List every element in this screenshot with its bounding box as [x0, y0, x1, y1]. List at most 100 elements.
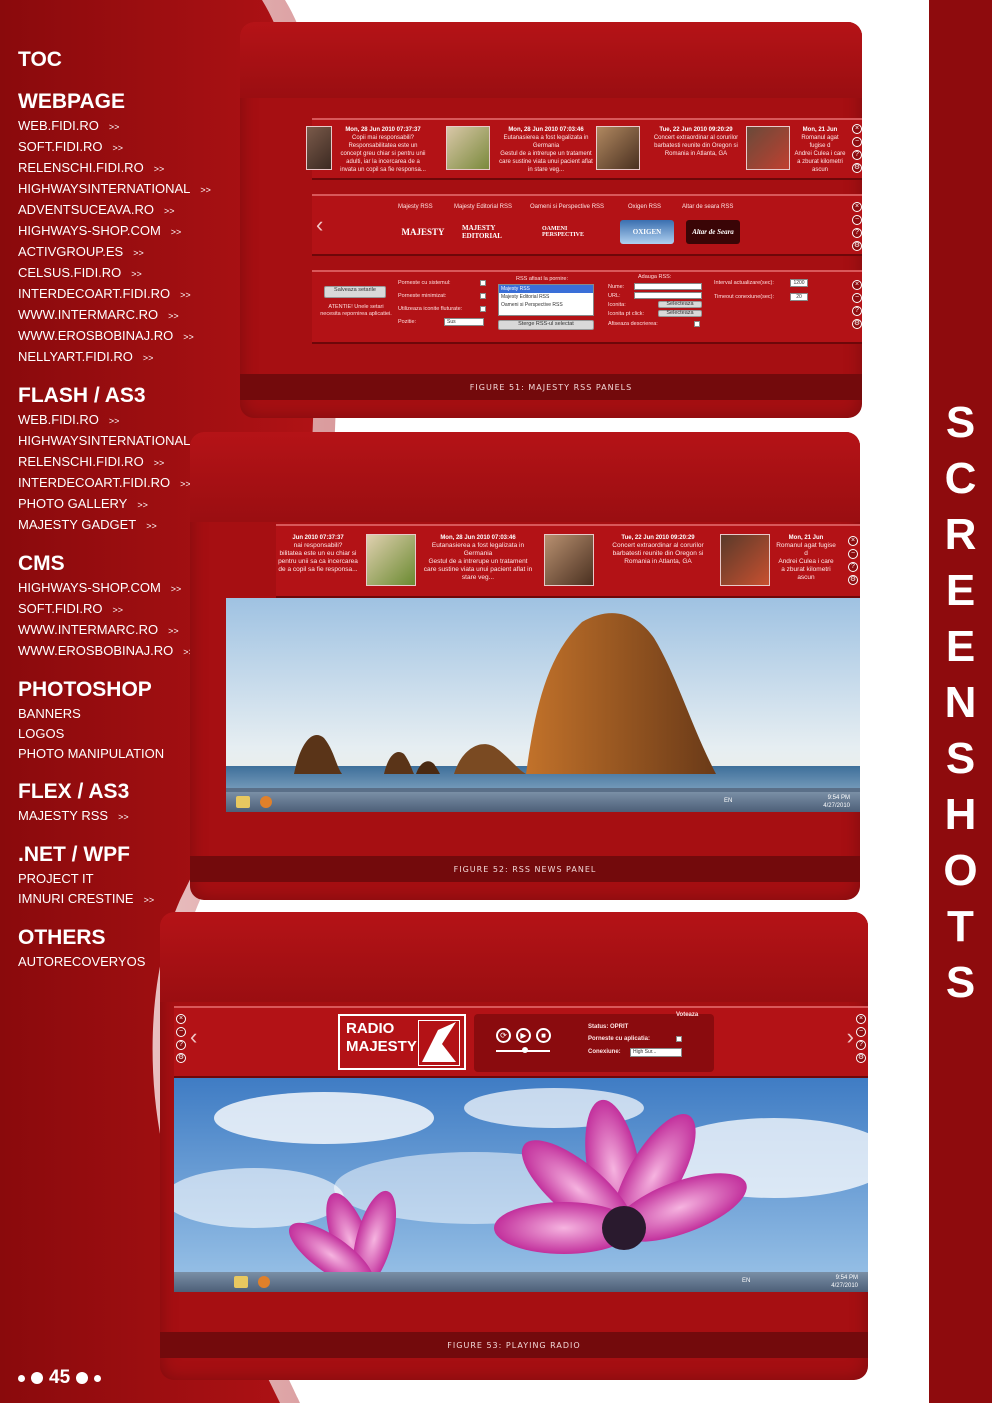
toc-link[interactable]: RELENSCHI.FIDI.RO >> [18, 158, 258, 179]
windows-taskbar: EN 9:54 PM 4/27/2010 [174, 1272, 868, 1292]
toc-link[interactable]: SOFT.FIDI.RO >> [18, 137, 258, 158]
language-indicator[interactable]: EN [742, 1278, 750, 1284]
chevron-right-icon[interactable]: › [847, 1026, 854, 1048]
close-icon[interactable]: × [852, 280, 862, 290]
toc-link[interactable]: INTERDECOART.FIDI.RO >> [18, 284, 258, 305]
toc-link[interactable]: CELSUS.FIDI.RO >> [18, 263, 258, 284]
vote-link[interactable]: Voteaza [676, 1012, 698, 1018]
minimize-icon[interactable]: − [852, 137, 862, 147]
desktop-wallpaper-flowers [174, 1078, 868, 1292]
select-click-icon-button[interactable]: Selecteaza [658, 310, 702, 317]
delete-rss-button[interactable]: Sterge RSS-ul selectat [498, 320, 594, 330]
help-icon[interactable]: ? [852, 150, 862, 160]
figure-53-header [160, 912, 868, 1002]
bullet-dot-icon [31, 1372, 43, 1384]
connection-select[interactable]: High Sur... [630, 1048, 682, 1057]
update-interval-input[interactable]: 1200 [790, 279, 808, 287]
page-number-value: 45 [49, 1367, 71, 1388]
faded-icons-checkbox[interactable] [480, 306, 486, 312]
rss-news-strip: Jun 2010 07:37:37 nai responsabili? bili… [276, 524, 860, 598]
rss-startup-list[interactable]: Majesty RSS Majesty Editorial RSS Oameni… [498, 284, 594, 316]
language-indicator[interactable]: EN [724, 798, 732, 804]
rss-tab[interactable]: Oameni si Perspective RSS [530, 204, 604, 210]
media-player-icon[interactable] [258, 1276, 270, 1288]
folder-icon[interactable] [234, 1276, 248, 1288]
figure-53-caption-bar: FIGURE 53: PLAYING RADIO [160, 1332, 868, 1358]
chevron-left-icon[interactable]: ‹ [316, 214, 323, 236]
toc-link[interactable]: NELLYART.FIDI.RO >> [18, 347, 258, 368]
close-icon[interactable]: × [856, 1014, 866, 1024]
minimize-icon[interactable]: − [176, 1027, 186, 1037]
settings-icon[interactable]: ⚙ [856, 1053, 866, 1063]
help-icon[interactable]: ? [856, 1040, 866, 1050]
majesty-editorial-logo[interactable]: MAJESTY EDITORIAL [462, 220, 518, 244]
play-icon[interactable]: ▶ [516, 1028, 531, 1043]
help-icon[interactable]: ? [852, 306, 862, 316]
rss-tab[interactable]: Majesty Editorial RSS [454, 204, 512, 210]
bullet-dot-icon [94, 1374, 102, 1382]
refresh-icon[interactable]: ⟳ [496, 1028, 511, 1043]
rss-tab[interactable]: Altar de seara RSS [682, 204, 733, 210]
toc-link[interactable]: WEB.FIDI.RO >> [18, 116, 258, 137]
toc-link[interactable]: HIGHWAYSINTERNATIONAL>> [18, 179, 258, 200]
oxigen-logo[interactable]: OXIGEN [620, 220, 674, 244]
help-icon[interactable]: ? [852, 228, 862, 238]
panel-controls-left: × − ? ⚙ [176, 1014, 186, 1063]
help-icon[interactable]: ? [176, 1040, 186, 1050]
close-icon[interactable]: × [852, 124, 862, 134]
taskbar-clock[interactable]: 9:54 PM 4/27/2010 [823, 794, 850, 810]
toc-link[interactable]: WWW.EROSBOBINAJ.RO >> [18, 326, 258, 347]
figure-52-caption-bar: FIGURE 52: RSS NEWS PANEL [190, 856, 860, 882]
start-with-app-checkbox[interactable] [676, 1036, 682, 1042]
panel-controls: × − ? ⚙ [852, 280, 862, 329]
toc-title: TOC [18, 48, 62, 71]
help-icon[interactable]: ? [848, 562, 858, 572]
news-thumbnail [446, 126, 490, 170]
minimize-icon[interactable]: − [848, 549, 858, 559]
settings-icon[interactable]: ⚙ [852, 319, 862, 329]
list-item[interactable]: Majesty RSS [499, 285, 593, 293]
toc-link[interactable]: WEB.FIDI.RO >> [18, 410, 258, 431]
settings-icon[interactable]: ⚙ [176, 1053, 186, 1063]
volume-slider-thumb[interactable] [522, 1047, 528, 1053]
rss-tab[interactable]: Majesty RSS [398, 204, 433, 210]
minimize-icon[interactable]: − [852, 293, 862, 303]
save-settings-button[interactable]: Salveaza setarile [324, 286, 386, 298]
majesty-logo[interactable]: MAJESTY [396, 220, 450, 244]
media-player-icon[interactable] [260, 796, 272, 808]
folder-icon[interactable] [236, 796, 250, 808]
news-thumbnail [306, 126, 332, 170]
list-item[interactable]: Oameni si Perspective RSS [499, 301, 593, 309]
close-icon[interactable]: × [176, 1014, 186, 1024]
news-thumbnail [544, 534, 594, 586]
settings-warning: ATENTIE! Unele setari necesita repornire… [320, 304, 392, 317]
list-item[interactable]: Majesty Editorial RSS [499, 293, 593, 301]
altar-de-seara-logo[interactable]: Altar de Seara [686, 220, 740, 244]
toc-link[interactable]: ACTIVGROUP.ES >> [18, 242, 258, 263]
start-with-system-checkbox[interactable] [480, 280, 486, 286]
select-icon-button[interactable]: Selecteaza [658, 301, 702, 308]
toc-link[interactable]: WWW.INTERMARC.RO >> [18, 305, 258, 326]
settings-icon[interactable]: ⚙ [852, 241, 862, 251]
rss-tab[interactable]: Oxigen RSS [628, 204, 661, 210]
rss-url-input[interactable] [634, 292, 702, 299]
settings-icon[interactable]: ⚙ [852, 163, 862, 173]
rss-news-strip: Mon, 28 Jun 2010 07:37:37 Copii mai resp… [306, 118, 862, 180]
settings-icon[interactable]: ⚙ [848, 575, 858, 585]
figure-53-card: × − ? ⚙ ‹ RADIO MAJESTY ⟳ ▶ ■ Voteaza St… [160, 912, 868, 1380]
toc-link[interactable]: ADVENTSUCEAVA.RO >> [18, 200, 258, 221]
minimize-icon[interactable]: − [852, 215, 862, 225]
timeout-input[interactable]: 20 [790, 293, 808, 301]
chevron-left-icon[interactable]: ‹ [190, 1026, 197, 1048]
taskbar-clock[interactable]: 9:54 PM 4/27/2010 [831, 1274, 858, 1290]
rss-name-input[interactable] [634, 283, 702, 290]
toc-link[interactable]: HIGHWAYS-SHOP.COM >> [18, 221, 258, 242]
show-description-checkbox[interactable] [694, 321, 700, 327]
close-icon[interactable]: × [848, 536, 858, 546]
close-icon[interactable]: × [852, 202, 862, 212]
start-minimized-checkbox[interactable] [480, 293, 486, 299]
minimize-icon[interactable]: − [856, 1027, 866, 1037]
stop-icon[interactable]: ■ [536, 1028, 551, 1043]
position-select[interactable]: Sus [444, 318, 484, 326]
oameni-perspective-logo[interactable]: OAMENI PERSPECTIVE [542, 220, 596, 244]
